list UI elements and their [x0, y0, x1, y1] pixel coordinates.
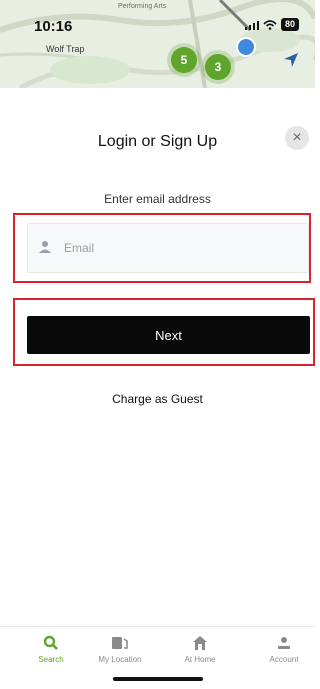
close-button[interactable]: × [285, 126, 309, 150]
tab-label: Account [269, 655, 299, 664]
login-sheet: Login or Sign Up × Enter email address E… [0, 88, 315, 626]
email-placeholder: Email [64, 241, 95, 255]
tab-label: Search [38, 655, 64, 664]
account-icon [278, 637, 290, 649]
next-button[interactable]: Next [27, 316, 310, 354]
tab-my-location[interactable]: My Location [85, 633, 155, 664]
map-header[interactable]: Performing Arts 10:16 Wolf Trap 5 3 80 [0, 0, 315, 88]
map-cluster-marker[interactable]: 3 [205, 54, 231, 80]
tab-account[interactable]: Account [249, 633, 319, 664]
bottom-tab-bar: Search My Location At Home Account [0, 626, 315, 689]
user-location-dot [236, 37, 256, 57]
status-time: 10:16 [34, 18, 73, 35]
email-field-label: Enter email address [104, 192, 211, 206]
tab-label: My Location [98, 655, 142, 664]
map-cluster-marker[interactable]: 5 [171, 47, 197, 73]
tab-search[interactable]: Search [16, 633, 86, 664]
email-field[interactable]: Email [27, 223, 309, 273]
signal-icon [244, 20, 259, 30]
tab-at-home[interactable]: At Home [165, 633, 235, 664]
map-poi-label: Performing Arts [118, 3, 167, 10]
search-icon [43, 635, 58, 650]
home-icon [193, 636, 207, 650]
tab-label: At Home [184, 655, 216, 664]
home-indicator [113, 677, 203, 681]
charge-as-guest-link[interactable]: Charge as Guest [0, 392, 315, 406]
navigation-arrow-icon[interactable] [283, 52, 299, 68]
location-icon [112, 637, 128, 649]
person-icon [39, 241, 51, 253]
close-icon: × [292, 129, 302, 146]
wifi-icon [263, 19, 277, 30]
status-icons: 80 [244, 18, 299, 31]
map-place-label: Wolf Trap [46, 44, 85, 54]
battery-indicator: 80 [280, 18, 299, 31]
modal-title: Login or Sign Up [97, 133, 218, 150]
